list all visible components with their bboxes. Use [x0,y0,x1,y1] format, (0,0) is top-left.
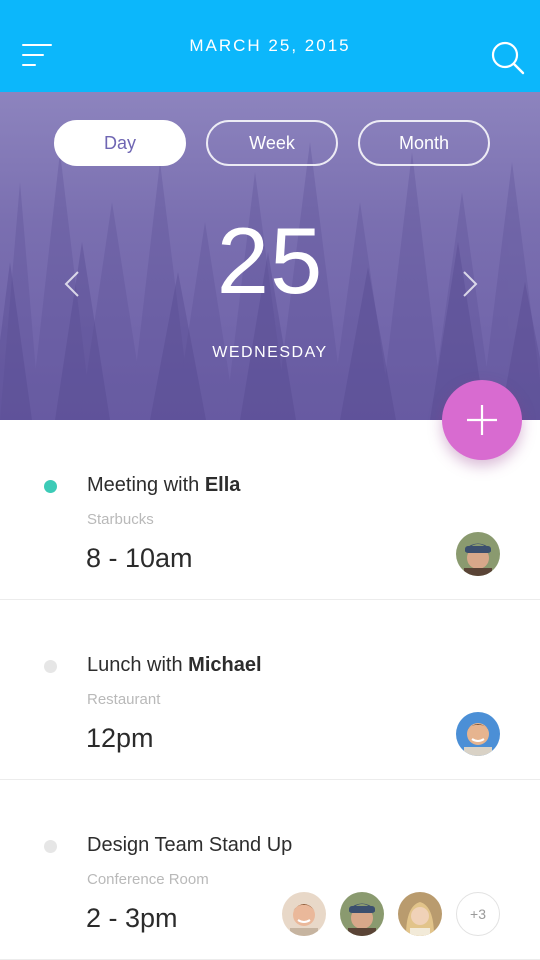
view-toggle: Day Week Month [0,120,540,168]
selected-weekday: WEDNESDAY [212,344,328,361]
event-time: 12pm [86,723,154,753]
event-title: Design Team Stand Up [87,834,293,856]
event-title: Meeting with Ella [87,474,241,496]
day-view-tab[interactable]: Day [54,120,186,166]
attendee-list [456,712,500,756]
event-item[interactable]: Lunch with Michael Restaurant 12pm [0,600,540,780]
add-event-button[interactable] [442,380,522,460]
event-status-dot [44,840,57,853]
search-icon[interactable] [490,40,526,76]
event-item[interactable]: Design Team Stand Up Conference Room 2 -… [0,780,540,960]
attendee-list: +3 [282,892,500,936]
ella-avatar[interactable] [456,532,500,576]
more-attendees-badge[interactable]: +3 [456,892,500,936]
event-status-dot [44,480,57,493]
plus-icon [467,405,497,435]
attendee-list [456,532,500,576]
attendee-2-avatar[interactable] [340,892,384,936]
date-hero: Day Week Month 25 WEDNESDAY [0,92,540,420]
attendee-3-avatar[interactable] [398,892,442,936]
header-date-title: MARCH 25, 2015 [189,36,351,55]
month-view-tab[interactable]: Month [358,120,490,166]
event-title: Lunch with Michael [87,654,262,676]
michael-avatar[interactable] [456,712,500,756]
chevron-right-icon[interactable] [458,268,482,300]
attendee-1-avatar[interactable] [282,892,326,936]
app-header: MARCH 25, 2015 [0,0,540,92]
event-status-dot [44,660,57,673]
event-list: Meeting with Ella Starbucks 8 - 10am Lun… [0,420,540,960]
event-time: 2 - 3pm [86,903,178,933]
event-location: Restaurant [87,691,161,708]
event-time: 8 - 10am [86,543,193,573]
event-location: Starbucks [87,511,154,528]
event-location: Conference Room [87,871,209,888]
hamburger-menu-icon[interactable] [20,40,56,70]
week-view-tab[interactable]: Week [206,120,338,166]
